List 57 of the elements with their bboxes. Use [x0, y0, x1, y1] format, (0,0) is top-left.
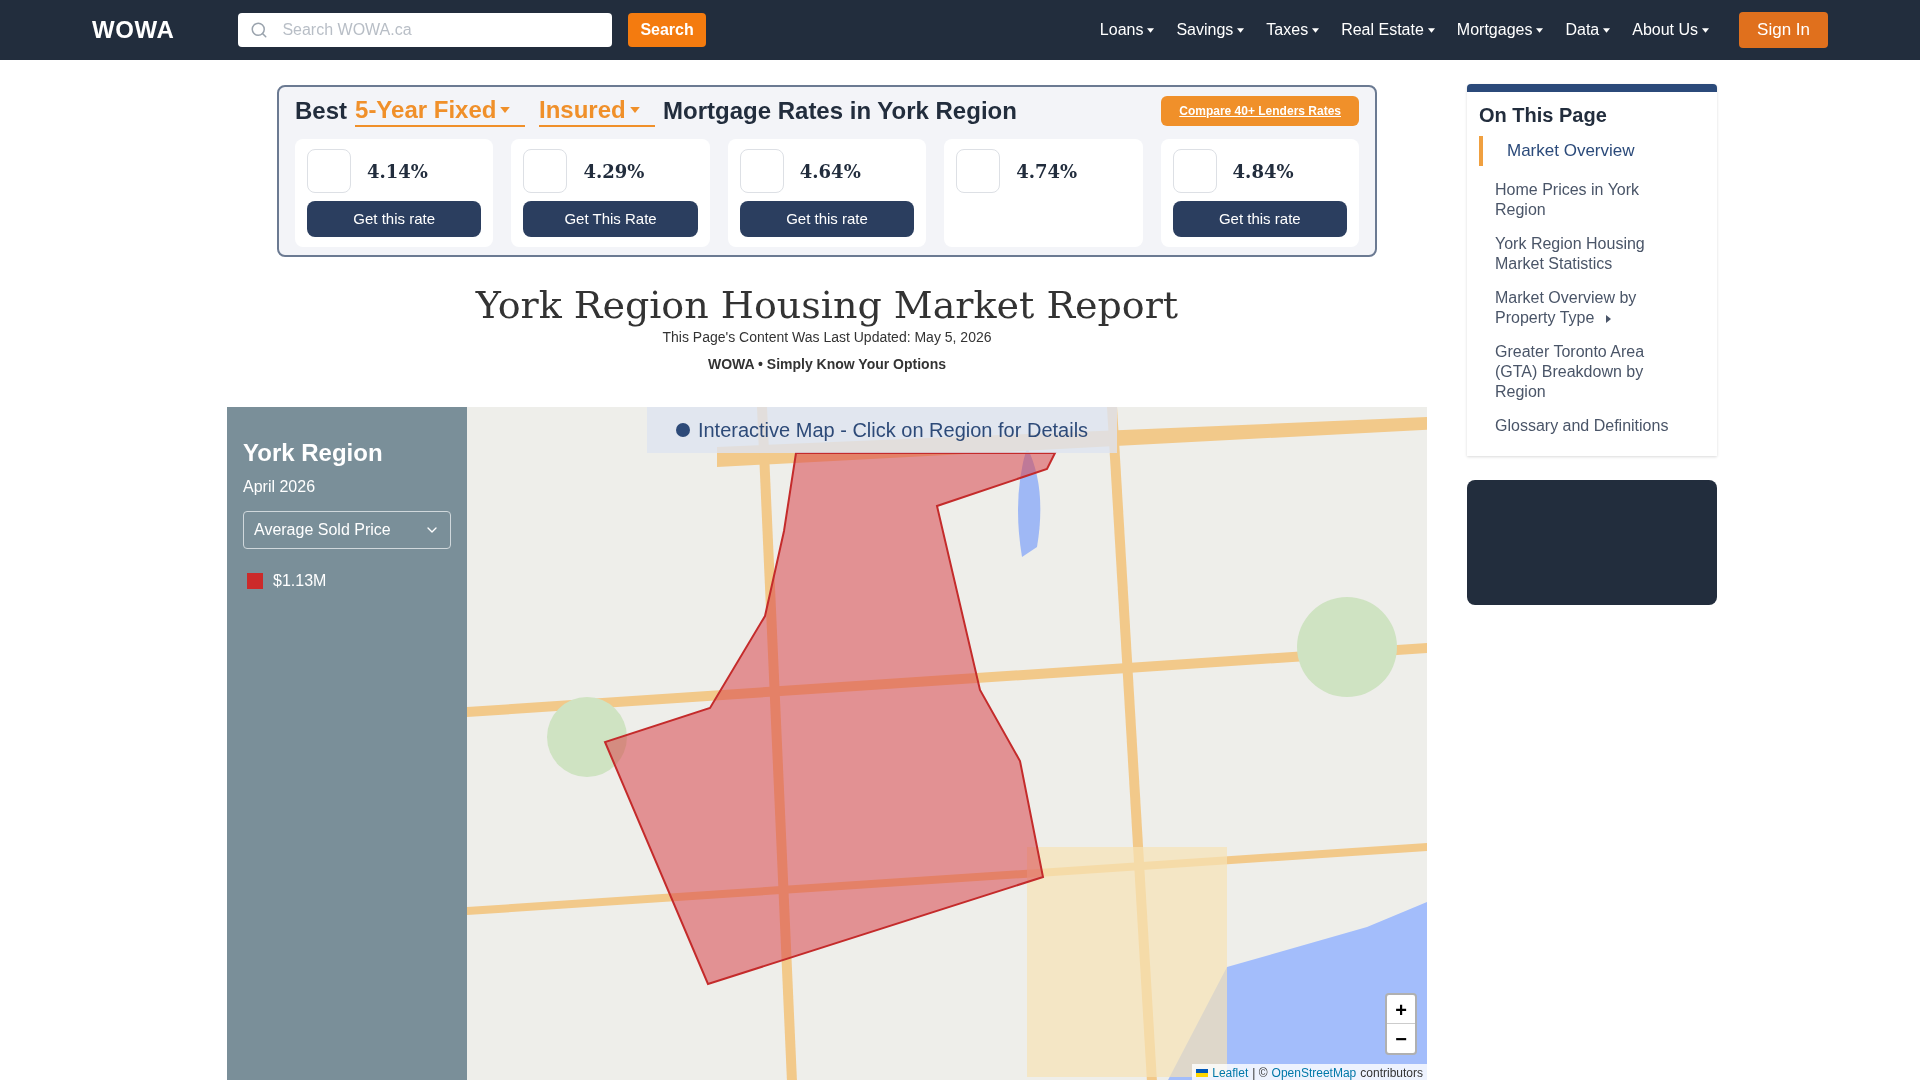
caret-icon	[1702, 27, 1710, 33]
rate-value: 4.14%	[367, 159, 428, 184]
caret-icon	[1312, 27, 1320, 33]
nav-menu-item[interactable]: Savings	[1176, 18, 1245, 42]
rate-value: 4.74%	[1016, 159, 1078, 184]
rate-value: 4.29%	[583, 159, 645, 184]
caret-icon	[500, 107, 511, 113]
legend-value: $1.13M	[273, 571, 327, 591]
caret-icon	[1147, 27, 1155, 33]
get-rate-button[interactable]: Get this rate	[1172, 201, 1347, 237]
attribution-suffix: contributors	[1360, 1065, 1423, 1080]
nav-menu-item[interactable]: Mortgages	[1456, 18, 1544, 42]
caret-icon	[1427, 27, 1435, 33]
openstreetmap-link[interactable]: OpenStreetMap	[1271, 1064, 1357, 1080]
rate-value: 4.84%	[1232, 159, 1294, 184]
get-rate-button[interactable]: Get this rate	[739, 201, 915, 237]
lender-logo	[956, 149, 1001, 193]
nav-menu-item[interactable]: Data	[1565, 18, 1611, 42]
rates-heading: Mortgage Rates in York Region	[663, 96, 1017, 126]
flag-icon	[1196, 1069, 1209, 1077]
caret-icon	[1237, 27, 1245, 33]
toc-link[interactable]: Glossary and Definitions	[1479, 416, 1705, 436]
attribution-separator: | ©	[1252, 1065, 1268, 1080]
zoom-in-button[interactable]: +	[1387, 995, 1415, 1024]
rates-heading-prefix: Best	[295, 96, 348, 126]
caret-icon	[629, 107, 640, 113]
get-rate-button[interactable]: Get this rate	[307, 201, 482, 237]
lender-logo	[1172, 149, 1217, 193]
leaflet-link[interactable]: Leaflet	[1212, 1064, 1249, 1080]
toc-link[interactable]: York Region Housing Market Statistics	[1479, 234, 1705, 274]
tagline: WOWA • Simply Know Your Options	[707, 355, 947, 374]
nav-menu-item[interactable]: About Us	[1632, 18, 1710, 42]
zoom-out-button[interactable]: −	[1387, 1024, 1415, 1053]
toc-heading: On This Page	[1479, 103, 1608, 128]
nav-menu-item[interactable]: Real Estate	[1341, 18, 1435, 42]
toc-link[interactable]: Home Prices in York Region	[1479, 180, 1705, 220]
lender-logo	[739, 149, 784, 193]
rate-value: 4.64%	[799, 159, 861, 184]
last-updated-text: This Page's Content Was Last Updated: May 5, 2026	[661, 328, 993, 347]
search-field[interactable]: Search WOWA.ca	[238, 13, 613, 47]
lender-logo	[307, 149, 351, 193]
nav-menu-item[interactable]: Taxes	[1266, 18, 1320, 42]
caret-icon	[1603, 27, 1611, 33]
toc-link[interactable]: Market Overview	[1479, 136, 1705, 166]
site-logo[interactable]: WOWA	[92, 12, 175, 48]
search-icon	[250, 21, 269, 39]
get-rate-button[interactable]: Get This Rate	[523, 201, 698, 237]
toc-link[interactable]: Market Overview by Property Type	[1479, 288, 1705, 328]
lender-logo	[523, 149, 568, 193]
nav-menu-item[interactable]: Loans	[1099, 18, 1155, 42]
caret-right-icon	[1606, 314, 1612, 323]
period-label: April 2026	[243, 477, 317, 497]
report-title: York Region Housing Market Report	[474, 283, 1180, 327]
toc-link[interactable]: Greater Toronto Area (GTA) Breakdown by Region	[1479, 342, 1705, 402]
caret-icon	[1536, 27, 1544, 33]
map-banner-text: Interactive Map - Click on Region for Details	[697, 418, 1089, 443]
region-name: York Region	[243, 438, 384, 468]
